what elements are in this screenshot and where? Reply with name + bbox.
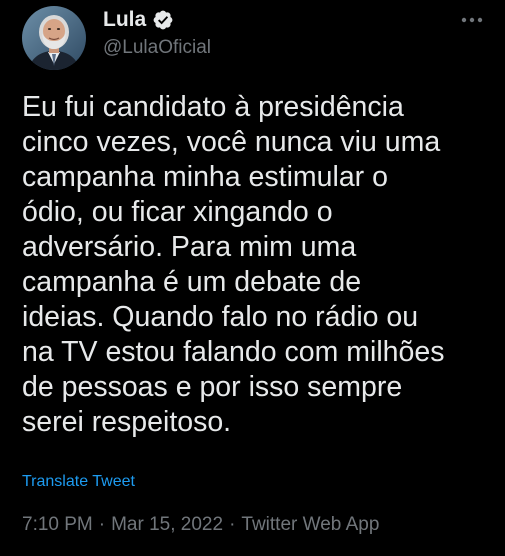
- tweet: Lula @LulaOficial Eu fui candidato à pre…: [0, 0, 505, 556]
- verified-badge-icon: [152, 9, 174, 31]
- tweet-source[interactable]: Twitter Web App: [241, 514, 379, 536]
- tweet-date[interactable]: Mar 15, 2022: [111, 514, 223, 536]
- avatar-image: [22, 6, 86, 70]
- meta-separator: ·: [98, 514, 106, 535]
- tweet-metadata: 7:10 PM · Mar 15, 2022 · Twitter Web App: [22, 514, 379, 536]
- author-name[interactable]: Lula: [103, 8, 146, 32]
- more-horizontal-icon: [461, 17, 483, 23]
- meta-separator: ·: [229, 514, 236, 535]
- tweet-time[interactable]: 7:10 PM: [22, 514, 93, 536]
- author-name-row[interactable]: Lula: [103, 8, 174, 32]
- tweet-text: Eu fui candidato à presidência cinco vez…: [22, 91, 445, 438]
- author-handle[interactable]: @LulaOficial: [103, 37, 211, 59]
- avatar[interactable]: [22, 6, 86, 70]
- translate-tweet-link[interactable]: Translate Tweet: [22, 473, 135, 491]
- more-options-button[interactable]: [455, 10, 489, 30]
